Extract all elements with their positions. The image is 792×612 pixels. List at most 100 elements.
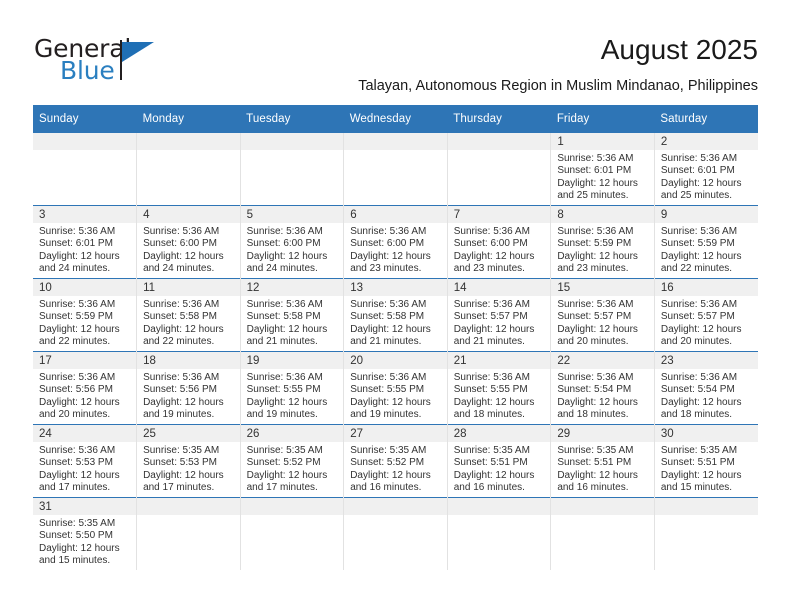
calendar-day-cell[interactable]: 12 Sunrise: 5:36 AM Sunset: 5:58 PM Dayligh… — [240, 278, 345, 352]
calendar-day-cell[interactable]: 30 Sunrise: 5:35 AM Sunset: 5:51 PM Dayligh… — [654, 424, 758, 498]
calendar-day-cell[interactable] — [136, 497, 241, 570]
day-cell-content: 31 Sunrise: 5:35 AM Sunset: 5:50 PM Dayligh… — [33, 498, 137, 570]
calendar-day-cell[interactable]: 9 Sunrise: 5:36 AM Sunset: 5:59 PM Daylight… — [654, 205, 758, 279]
sunrise-time: Sunrise: 5:36 AM — [660, 226, 738, 237]
calendar-day-cell[interactable]: 15 Sunrise: 5:36 AM Sunset: 5:57 PM Dayligh… — [550, 278, 655, 352]
calendar-day-cell[interactable]: 25 Sunrise: 5:35 AM Sunset: 5:53 PM Dayligh… — [136, 424, 241, 498]
calendar-day-cell[interactable]: 10 Sunrise: 5:36 AM Sunset: 5:59 PM Dayligh… — [33, 278, 138, 352]
daylight-duration-line1: Daylight: 12 hours — [660, 469, 742, 481]
calendar-day-cell[interactable]: 31 Sunrise: 5:35 AM Sunset: 5:50 PM Dayligh… — [33, 497, 138, 570]
sunset-time: Sunset: 5:50 PM — [39, 530, 113, 542]
day-cell-content: 5 Sunrise: 5:36 AM Sunset: 6:00 PM Daylight… — [240, 206, 344, 278]
general-blue-logo[interactable]: General Blue — [34, 36, 164, 88]
calendar-day-cell[interactable]: 19 Sunrise: 5:36 AM Sunset: 5:55 PM Dayligh… — [240, 351, 345, 425]
calendar-day-cell[interactable] — [33, 133, 138, 206]
calendar-day-cell[interactable]: 16 Sunrise: 5:36 AM Sunset: 5:57 PM Dayligh… — [654, 278, 758, 352]
calendar-day-cell[interactable]: 26 Sunrise: 5:35 AM Sunset: 5:52 PM Dayligh… — [240, 424, 345, 498]
calendar-day-cell[interactable]: 13 Sunrise: 5:36 AM Sunset: 5:58 PM Dayligh… — [343, 278, 448, 352]
sunset-time: Sunset: 6:00 PM — [143, 238, 217, 250]
day-sun-details: Sunrise: 5:35 AM Sunset: 5:51 PM Daylight:… — [655, 442, 758, 495]
day-cell-content: 9 Sunrise: 5:36 AM Sunset: 5:59 PM Daylight… — [654, 206, 758, 278]
daylight-duration-line2: and 23 minutes. — [350, 263, 422, 275]
calendar-day-cell[interactable]: 24 Sunrise: 5:36 AM Sunset: 5:53 PM Dayligh… — [33, 424, 138, 498]
calendar-day-cell[interactable]: 6 Sunrise: 5:36 AM Sunset: 6:00 PM Daylight… — [343, 205, 448, 279]
calendar-day-cell[interactable]: 28 Sunrise: 5:35 AM Sunset: 5:51 PM Dayligh… — [447, 424, 552, 498]
day-cell-content: 2 Sunrise: 5:36 AM Sunset: 6:01 PM Daylight… — [654, 133, 758, 205]
day-cell-content — [654, 498, 758, 570]
calendar-day-cell[interactable]: 4 Sunrise: 5:36 AM Sunset: 6:00 PM Daylight… — [136, 205, 241, 279]
calendar-page: General Blue August 2025 Talayan, Autono… — [0, 0, 792, 612]
day-cell-content: 22 Sunrise: 5:36 AM Sunset: 5:54 PM Dayligh… — [551, 352, 654, 424]
day-number: 21 — [447, 352, 551, 369]
calendar-day-cell[interactable] — [136, 133, 241, 206]
calendar-day-cell[interactable]: 1 Sunrise: 5:36 AM Sunset: 6:01 PM Daylight… — [550, 133, 655, 206]
sunset-time: Sunset: 5:57 PM — [453, 311, 528, 323]
sunrise-time: Sunrise: 5:36 AM — [557, 153, 634, 164]
calendar-day-cell[interactable]: 22 Sunrise: 5:36 AM Sunset: 5:54 PM Dayligh… — [550, 351, 655, 425]
calendar-day-cell[interactable]: 23 Sunrise: 5:36 AM Sunset: 5:54 PM Dayligh… — [654, 351, 758, 425]
daylight-duration-line2: and 15 minutes. — [660, 482, 733, 494]
sunrise-time: Sunrise: 5:36 AM — [39, 226, 116, 237]
calendar-day-cell[interactable]: 7 Sunrise: 5:36 AM Sunset: 6:00 PM Daylight… — [447, 205, 552, 279]
daylight-duration-line2: and 18 minutes. — [660, 409, 733, 421]
weekday-header-thursday: Thursday — [447, 105, 551, 133]
calendar-day-cell[interactable]: 3 Sunrise: 5:36 AM Sunset: 6:01 PM Daylight… — [33, 205, 138, 279]
daylight-duration-line1: Daylight: 12 hours — [453, 469, 535, 481]
calendar-day-cell[interactable]: 29 Sunrise: 5:35 AM Sunset: 5:51 PM Dayligh… — [550, 424, 655, 498]
day-cell-content: 11 Sunrise: 5:36 AM Sunset: 5:58 PM Dayligh… — [137, 279, 240, 351]
calendar-day-cell[interactable] — [343, 133, 448, 206]
day-cell-content: 28 Sunrise: 5:35 AM Sunset: 5:51 PM Dayligh… — [447, 425, 551, 497]
calendar-day-cell[interactable]: 5 Sunrise: 5:36 AM Sunset: 6:00 PM Daylight… — [240, 205, 345, 279]
day-number: 12 — [240, 279, 344, 296]
calendar-day-cell[interactable]: 27 Sunrise: 5:35 AM Sunset: 5:52 PM Dayligh… — [343, 424, 448, 498]
calendar-day-cell[interactable] — [447, 497, 552, 570]
day-number — [551, 498, 654, 515]
day-number: 9 — [654, 206, 758, 223]
calendar-day-cell[interactable]: 18 Sunrise: 5:36 AM Sunset: 5:56 PM Dayligh… — [136, 351, 241, 425]
day-number: 8 — [551, 206, 654, 223]
calendar-day-cell[interactable]: 21 Sunrise: 5:36 AM Sunset: 5:55 PM Dayligh… — [447, 351, 552, 425]
daylight-duration-line2: and 17 minutes. — [143, 482, 215, 494]
sunset-time: Sunset: 5:59 PM — [39, 311, 113, 323]
day-number: 7 — [447, 206, 551, 223]
daylight-duration-line2: and 19 minutes. — [350, 409, 422, 421]
calendar-day-cell[interactable]: 17 Sunrise: 5:36 AM Sunset: 5:56 PM Dayligh… — [33, 351, 138, 425]
day-cell-content: 12 Sunrise: 5:36 AM Sunset: 5:58 PM Dayligh… — [240, 279, 344, 351]
calendar-day-cell[interactable]: 8 Sunrise: 5:36 AM Sunset: 5:59 PM Daylight… — [550, 205, 655, 279]
sunrise-time: Sunrise: 5:36 AM — [246, 372, 323, 383]
daylight-duration-line1: Daylight: 12 hours — [350, 323, 431, 335]
calendar-day-cell[interactable] — [343, 497, 448, 570]
sunset-time: Sunset: 5:55 PM — [453, 384, 528, 396]
calendar-day-cell[interactable]: 14 Sunrise: 5:36 AM Sunset: 5:57 PM Dayligh… — [447, 278, 552, 352]
sunset-time: Sunset: 5:55 PM — [350, 384, 425, 396]
daylight-duration-line1: Daylight: 12 hours — [350, 250, 431, 262]
day-number: 24 — [33, 425, 137, 442]
calendar-day-cell[interactable] — [447, 133, 552, 206]
day-number: 19 — [240, 352, 344, 369]
day-number: 20 — [344, 352, 447, 369]
page-header: General Blue August 2025 Talayan, Autono… — [0, 0, 792, 100]
day-cell-content: 16 Sunrise: 5:36 AM Sunset: 5:57 PM Dayligh… — [654, 279, 758, 351]
sunset-time: Sunset: 5:58 PM — [143, 311, 217, 323]
day-cell-content: 27 Sunrise: 5:35 AM Sunset: 5:52 PM Dayligh… — [344, 425, 447, 497]
day-cell-content: 6 Sunrise: 5:36 AM Sunset: 6:00 PM Daylight… — [344, 206, 447, 278]
daylight-duration-line2: and 22 minutes. — [143, 336, 215, 348]
sunrise-time: Sunrise: 5:35 AM — [246, 445, 323, 456]
daylight-duration-line1: Daylight: 12 hours — [453, 396, 535, 408]
calendar-day-cell[interactable] — [240, 497, 345, 570]
day-cell-content — [137, 498, 240, 570]
calendar-day-cell[interactable]: 2 Sunrise: 5:36 AM Sunset: 6:01 PM Daylight… — [654, 133, 758, 206]
daylight-duration-line1: Daylight: 12 hours — [39, 323, 120, 335]
calendar-day-cell[interactable]: 11 Sunrise: 5:36 AM Sunset: 5:58 PM Dayligh… — [136, 278, 241, 352]
day-sun-details: Sunrise: 5:36 AM Sunset: 5:58 PM Daylight:… — [137, 296, 240, 349]
day-number: 16 — [654, 279, 758, 296]
calendar-day-cell[interactable] — [550, 497, 655, 570]
calendar-day-cell[interactable] — [654, 497, 758, 570]
day-number: 25 — [137, 425, 240, 442]
day-sun-details: Sunrise: 5:36 AM Sunset: 5:59 PM Daylight:… — [551, 223, 654, 276]
day-cell-content: 23 Sunrise: 5:36 AM Sunset: 5:54 PM Dayligh… — [654, 352, 758, 424]
calendar-day-cell[interactable] — [240, 133, 345, 206]
calendar-header-row: Sunday Monday Tuesday Wednesday Thursday… — [33, 105, 758, 133]
calendar-day-cell[interactable]: 20 Sunrise: 5:36 AM Sunset: 5:55 PM Dayligh… — [343, 351, 448, 425]
day-sun-details: Sunrise: 5:35 AM Sunset: 5:53 PM Daylight:… — [137, 442, 240, 495]
